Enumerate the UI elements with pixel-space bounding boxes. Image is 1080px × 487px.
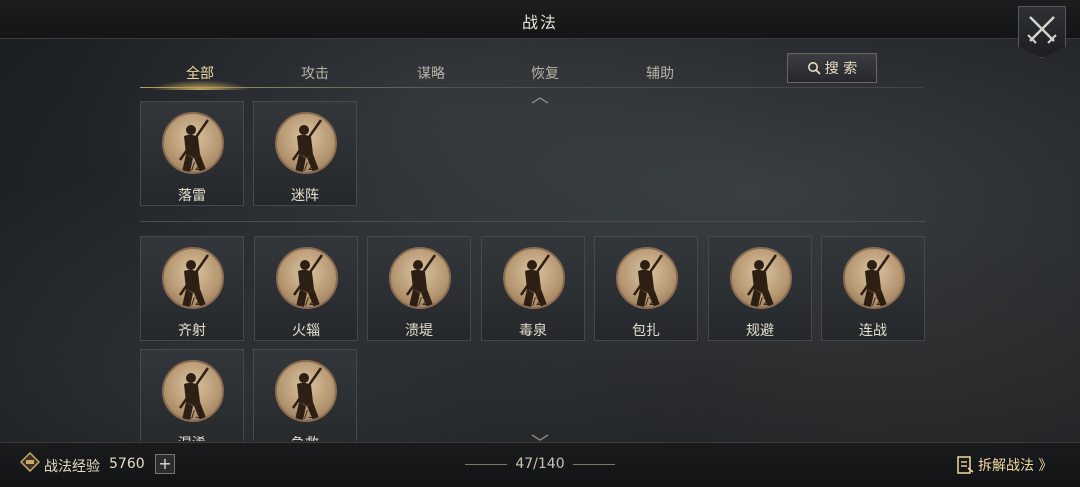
skill-count: 3/3 (297, 408, 315, 421)
skill-name: 规避 (746, 323, 774, 339)
skill-portrait: 2/2 (162, 247, 224, 309)
skill-card[interactable]: 2/2 包扎 (594, 236, 698, 341)
skill-count: 2/2 (411, 295, 429, 308)
skill-portrait: 1/2 (162, 112, 224, 174)
skill-card[interactable]: 2/2 规避 (708, 236, 812, 341)
crossed-swords-icon (1027, 16, 1057, 44)
decompose-skill-button[interactable]: 拆解战法 》 (956, 454, 1056, 476)
page-line-right (573, 464, 615, 465)
skill-count: 2/2 (638, 295, 656, 308)
skill-exp-icon (20, 452, 40, 472)
page-count: 47/140 (515, 456, 565, 472)
chevron-down-icon (531, 434, 549, 441)
skill-count: 2/2 (298, 295, 316, 308)
skill-portrait: 2/2 (503, 247, 565, 309)
skill-name: 连战 (859, 323, 887, 339)
skill-card[interactable]: 2/2 毒泉 (481, 236, 585, 341)
skill-name: 混淆 (141, 433, 243, 441)
search-label: 搜 索 (824, 61, 858, 77)
page-title: 战法 (521, 13, 558, 32)
page-line-left (465, 464, 507, 465)
tab-underline (140, 87, 923, 88)
skill-count: 2/2 (752, 295, 770, 308)
skill-card[interactable]: 3/3 混淆 (140, 349, 244, 441)
skill-portrait: 2/2 (843, 247, 905, 309)
skill-count: 1/2 (297, 160, 315, 173)
tab-attack[interactable]: 攻击 (275, 63, 355, 83)
skill-card[interactable]: 2/2 连战 (821, 236, 925, 341)
search-button[interactable]: 搜 索 (787, 53, 877, 83)
tab-support[interactable]: 辅助 (620, 63, 700, 83)
search-icon (807, 62, 821, 75)
document-icon (957, 456, 974, 474)
skill-name: 溃堤 (405, 323, 433, 339)
skill-name: 包扎 (632, 323, 660, 339)
skill-card[interactable]: 2/2 齐射 (140, 236, 244, 341)
skill-portrait: 3/3 (162, 360, 224, 422)
skill-grid: 1/2 落雷 1/2 迷阵 2/2 齐射 2/2 火辎 2/2 溃堤 2/2 毒泉 2/2 包扎 2/2 规… (140, 101, 926, 441)
tab-strategy[interactable]: 谋略 (391, 63, 471, 83)
skill-count: 2/2 (525, 295, 543, 308)
skill-count: 3/3 (184, 408, 202, 421)
tab-recovery[interactable]: 恢复 (505, 63, 585, 83)
skill-portrait: 2/2 (730, 247, 792, 309)
skill-card[interactable]: 1/2 落雷 (140, 101, 244, 206)
skill-name: 迷阵 (291, 188, 319, 204)
skill-name: 急救 (254, 433, 356, 441)
skill-portrait: 2/2 (616, 247, 678, 309)
skill-name: 落雷 (178, 188, 206, 204)
skill-count: 1/2 (184, 160, 202, 173)
skill-portrait: 3/3 (275, 360, 337, 422)
skill-portrait: 2/2 (389, 247, 451, 309)
skill-exp-label: 战法经验 (44, 459, 100, 475)
active-tab-glow (150, 80, 250, 90)
skill-card[interactable]: 3/3 急救 (253, 349, 357, 441)
skill-count: 2/2 (865, 295, 883, 308)
section-divider (140, 221, 926, 222)
skill-portrait: 2/2 (276, 247, 338, 309)
decompose-label: 拆解战法 》 (978, 458, 1053, 474)
add-exp-button[interactable]: + (155, 454, 175, 474)
skill-card[interactable]: 1/2 迷阵 (253, 101, 357, 206)
skill-count: 2/2 (184, 295, 202, 308)
skill-name: 齐射 (178, 323, 206, 339)
skill-name: 毒泉 (519, 323, 547, 339)
skill-name: 火辎 (292, 323, 320, 339)
skill-exp-value: 5760 (109, 456, 145, 472)
skill-portrait: 1/2 (275, 112, 337, 174)
skill-card[interactable]: 2/2 火辎 (254, 236, 358, 341)
skill-card[interactable]: 2/2 溃堤 (367, 236, 471, 341)
